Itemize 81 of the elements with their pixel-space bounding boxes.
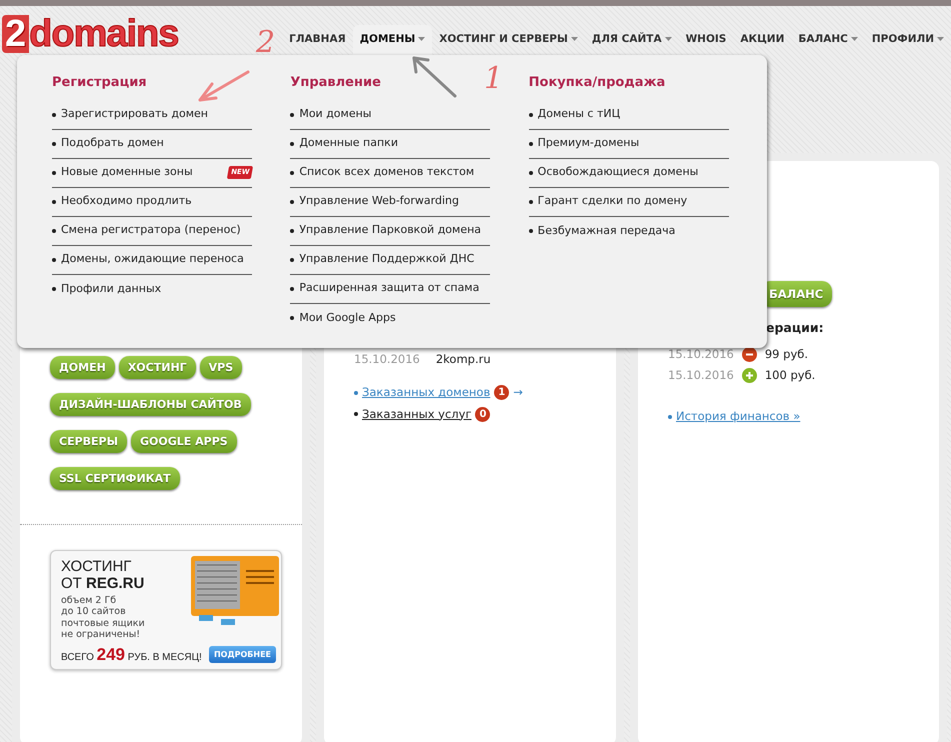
bullet-icon <box>290 170 294 174</box>
bullet-icon <box>290 228 294 232</box>
date-text: 15.10.2016 <box>668 367 734 384</box>
bullet-icon <box>528 200 533 204</box>
logo[interactable]: 2domains <box>2 15 178 55</box>
bullet-icon <box>52 200 56 204</box>
banner-title: ХОСТИНГ <box>61 559 132 576</box>
menu-item[interactable]: Домены с тИЦ <box>528 100 729 130</box>
bullet-icon <box>52 287 56 291</box>
caret-icon <box>418 37 426 41</box>
nav-link[interactable]: ПРОФИЛИ <box>864 25 951 55</box>
bullet-icon <box>52 228 56 232</box>
caret-icon <box>664 37 672 41</box>
caret-icon <box>937 37 944 41</box>
amount-text: 99 руб. <box>764 346 808 363</box>
handwritten-digit: 1 <box>484 64 504 94</box>
banner-details: объем 2 Гб до 10 сайтов почтовые ящики не ограничены! <box>61 595 146 641</box>
menu-item[interactable]: Мои Google Apps <box>290 304 490 332</box>
menu-item[interactable]: Мои домены <box>290 100 490 130</box>
bullet-icon <box>52 258 56 262</box>
orders-link[interactable]: Заказанных доменов <box>362 384 490 402</box>
menu-item[interactable]: Домены, ожидающие переноса <box>52 246 252 274</box>
menu-item[interactable]: Список всех доменов текстом <box>290 158 490 188</box>
bullet-icon <box>668 414 672 419</box>
nav-link[interactable]: АКЦИИ <box>733 25 792 55</box>
menu-item[interactable]: Управление Парковкой домена <box>290 216 490 246</box>
bullet-icon <box>290 200 294 204</box>
domain-text: 2komp.ru <box>436 351 491 368</box>
menu-item[interactable]: Смена регистратора (перенос) <box>52 216 252 246</box>
count-badge: 0 <box>475 406 490 422</box>
nav-link[interactable]: БАЛАНС <box>791 25 865 55</box>
bullet-icon <box>290 258 294 262</box>
menu-item[interactable]: Управление Web-forwarding <box>290 188 490 216</box>
bullet-icon <box>528 170 533 174</box>
nav-link[interactable]: ДОМЕНЫ <box>352 25 432 55</box>
caret-icon <box>850 37 858 41</box>
menu-heading: Регистрация <box>52 74 147 92</box>
history-link[interactable]: История финансов » <box>676 408 800 426</box>
menu-item[interactable]: Подобрать домен <box>52 130 252 158</box>
menu-item[interactable]: Гарант сделки по домену <box>528 188 729 216</box>
menu-item[interactable]: Управление Поддержкой ДНС <box>290 246 490 274</box>
menu-heading: Покупка/продажа <box>528 74 666 92</box>
bullet-icon <box>52 170 56 174</box>
menu-item[interactable]: Зарегистрировать домен <box>52 100 252 130</box>
bullet-icon <box>290 286 294 290</box>
bullet-icon <box>528 229 533 233</box>
amount-text: 100 руб. <box>764 367 816 384</box>
handwritten-digit: 2 <box>256 28 276 58</box>
banner-subtitle: ОТ REG.RU <box>61 576 146 592</box>
menu-item[interactable]: Необходимо продлить <box>52 188 252 216</box>
arrow-link[interactable]: → <box>513 384 523 402</box>
bullet-icon <box>528 142 533 146</box>
bullet-icon <box>354 412 358 416</box>
menu-item[interactable]: Премиум-домены <box>528 130 729 158</box>
menu-item[interactable]: Безбумажная передача <box>528 216 729 246</box>
nav-link[interactable]: WHOIS <box>678 25 734 55</box>
menu-heading: Управление <box>290 74 381 92</box>
bullet-icon <box>354 390 358 395</box>
menu-item[interactable]: Освобождающиеся домены <box>528 158 729 188</box>
nav-link[interactable]: ГЛАВНАЯ <box>282 25 353 55</box>
bullet-icon <box>290 142 294 146</box>
bullet-icon <box>52 142 56 146</box>
nav-link[interactable]: ДЛЯ САЙТА <box>584 25 679 55</box>
menu-item[interactable]: Доменные папки <box>290 130 490 158</box>
banner-price: ВСЕГО 249 РУБ. В МЕСЯЦ! <box>61 644 202 665</box>
hosting-banner[interactable]: ХОСТИНГ ОТ REG.RU объем 2 Гб до 10 сайтов почтовые ящики не ограничены! ВСЕГО 249 РУБ. В МЕСЯЦ! ПОДРОБНЕЕ <box>50 550 282 670</box>
count-badge: 1 <box>494 385 510 400</box>
bullet-icon <box>52 112 56 116</box>
bullet-icon <box>290 316 294 320</box>
orders-link[interactable]: Заказанных услуг <box>362 406 472 423</box>
hand-drawn-arrow <box>412 56 456 98</box>
nav-link[interactable]: ХОСТИНГ И СЕРВЕРЫ <box>432 25 585 55</box>
caret-icon <box>570 37 578 41</box>
date-text: 15.10.2016 <box>668 346 734 363</box>
menu-item[interactable]: Расширенная защита от спама <box>290 274 490 304</box>
operations-heading: ерации: <box>766 319 825 337</box>
bullet-icon <box>290 112 294 116</box>
menu-item[interactable]: Профили данных <box>52 274 252 304</box>
bullet-icon <box>528 112 533 116</box>
hand-drawn-arrow <box>198 70 250 102</box>
date-text: 15.10.2016 <box>354 351 420 368</box>
